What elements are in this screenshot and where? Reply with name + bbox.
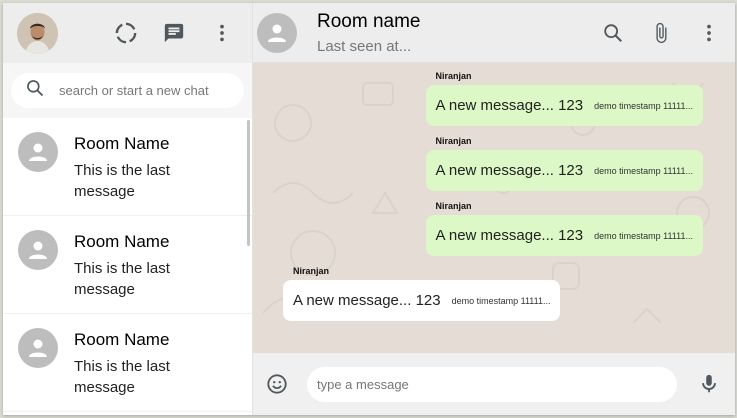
message-text: A new message... 123: [435, 162, 584, 179]
message-input[interactable]: [307, 366, 677, 402]
last-message: This is the last message: [74, 260, 170, 298]
chat-footer: [253, 353, 735, 415]
sidebar-header: [3, 3, 252, 63]
message-bubble[interactable]: A new message... 123 demo timestamp 1111…: [425, 85, 703, 126]
message-sender: Niranjan: [435, 201, 472, 211]
room-avatar: [18, 132, 58, 172]
message-sender: Niranjan: [435, 71, 472, 81]
person-icon: [29, 339, 47, 357]
app-window: Room Name This is the last message Room …: [3, 3, 735, 415]
chat-list-scrollbar[interactable]: [247, 120, 250, 246]
mic-icon[interactable]: [697, 372, 721, 396]
room-name: Room Name: [74, 134, 170, 153]
message-timestamp: demo timestamp 11111...: [594, 230, 693, 241]
emoji-icon[interactable]: [265, 372, 289, 396]
message: Niranjan A new message... 123 demo times…: [425, 201, 703, 256]
message-text: A new message... 123: [435, 97, 584, 114]
chat-list-item[interactable]: Room Name This is the last message: [3, 216, 252, 314]
message-timestamp: demo timestamp 11111...: [594, 165, 693, 176]
message-text: A new message... 123: [435, 227, 584, 244]
search-icon: [25, 78, 45, 103]
chat-panel: Room name Last seen at... Niranjan A new…: [253, 3, 735, 415]
chat-header: Room name Last seen at...: [253, 3, 735, 63]
room-avatar: [18, 328, 58, 368]
message: Niranjan A new message... 123 demo times…: [425, 71, 703, 126]
sidebar: Room Name This is the last message Room …: [3, 3, 253, 415]
message-text: A new message... 123: [293, 292, 441, 309]
last-seen: Last seen at...: [317, 37, 412, 55]
room-name: Room Name: [74, 330, 170, 349]
message-bubble[interactable]: A new message... 123 demo timestamp 1111…: [425, 150, 703, 191]
message-sender: Niranjan: [435, 136, 472, 146]
last-message: This is the last message: [74, 162, 170, 200]
sidebar-header-icons: [114, 21, 234, 45]
chat-body[interactable]: Niranjan A new message... 123 demo times…: [253, 63, 735, 353]
room-title: Room name: [317, 10, 421, 32]
last-message: This is the last message: [74, 358, 170, 396]
message-sender: Niranjan: [293, 266, 330, 276]
room-avatar: [18, 230, 58, 270]
message-bubble[interactable]: A new message... 123 demo timestamp 1111…: [425, 215, 703, 256]
sidebar-search: [3, 63, 252, 118]
message-timestamp: demo timestamp 11111...: [594, 100, 693, 111]
more-vert-icon[interactable]: [697, 21, 721, 45]
room-name: Room Name: [74, 232, 170, 251]
message-list: Niranjan A new message... 123 demo times…: [283, 71, 703, 331]
person-icon: [29, 241, 47, 259]
attach-icon[interactable]: [649, 21, 673, 45]
person-icon: [268, 24, 286, 42]
chat-list-item[interactable]: Room Name This is the last message: [3, 118, 252, 216]
search-input[interactable]: [59, 83, 229, 98]
new-chat-icon[interactable]: [162, 21, 186, 45]
person-icon: [29, 143, 47, 161]
user-avatar[interactable]: [17, 12, 58, 54]
message-bubble[interactable]: A new message... 123 demo timestamp 1111…: [283, 280, 561, 321]
search-box: [11, 73, 244, 108]
chat-list: Room Name This is the last message Room …: [3, 118, 252, 415]
chat-header-icons: [601, 21, 721, 45]
message: Niranjan A new message... 123 demo times…: [425, 136, 703, 191]
message: Niranjan A new message... 123 demo times…: [283, 266, 561, 321]
message-timestamp: demo timestamp 11111...: [451, 295, 551, 306]
chat-list-item[interactable]: Room Name This is the last message: [3, 314, 252, 412]
status-icon[interactable]: [114, 21, 138, 45]
more-vert-icon[interactable]: [210, 21, 234, 45]
room-avatar[interactable]: [257, 12, 297, 53]
search-icon[interactable]: [601, 21, 625, 45]
